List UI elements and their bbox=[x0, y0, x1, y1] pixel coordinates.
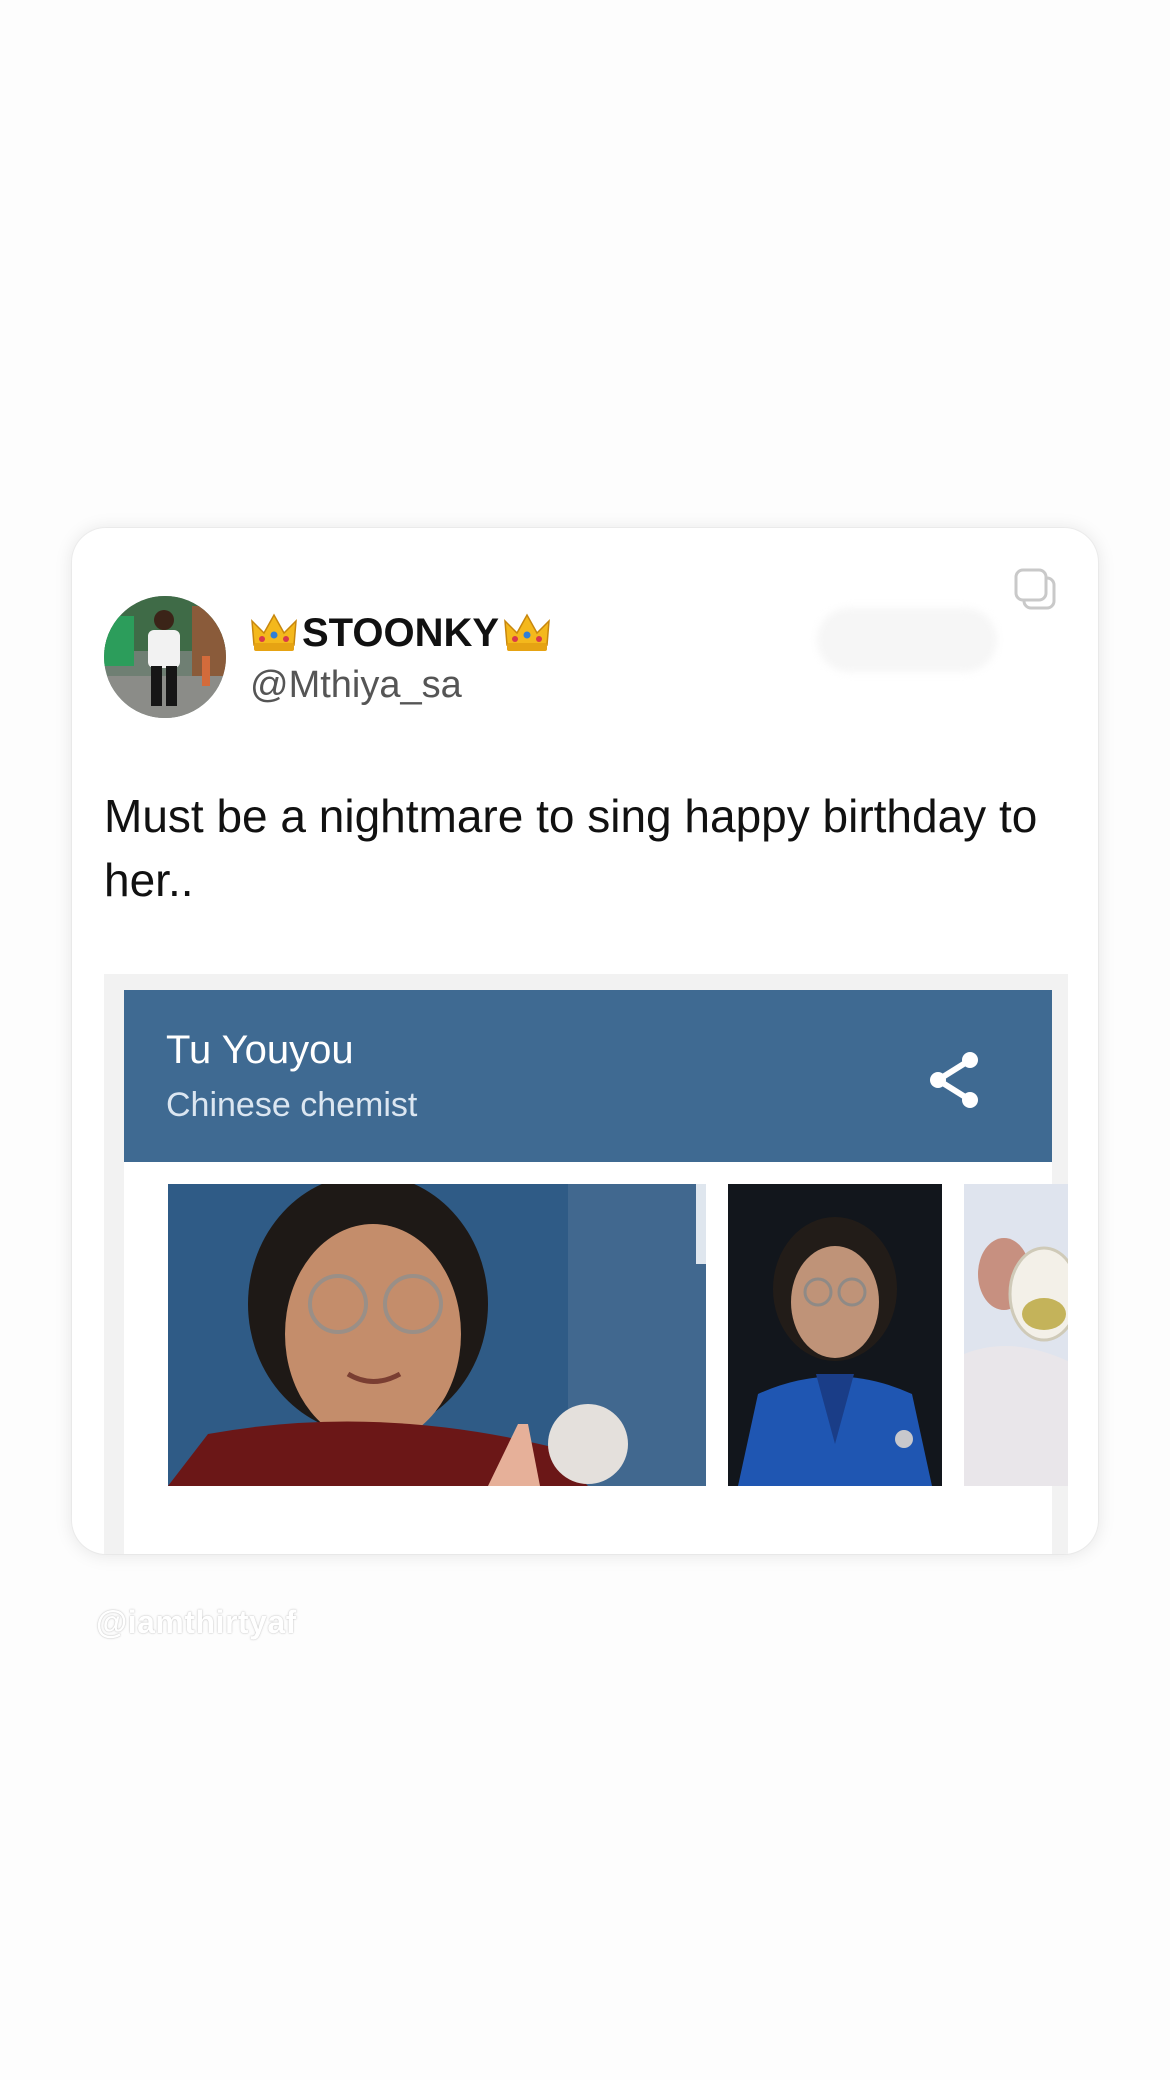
photo-portrait-blue-jacket[interactable] bbox=[728, 1184, 942, 1486]
photo-lab-flask[interactable] bbox=[964, 1184, 1068, 1486]
knowledge-panel-subtitle: Chinese chemist bbox=[166, 1086, 418, 1124]
tweet-text: Must be a nightmare to sing happy birthd… bbox=[104, 790, 1038, 906]
tweet-media-screenshot[interactable]: Tu Youyou Chinese chemist bbox=[104, 974, 1068, 1554]
photo-portrait-smiling[interactable] bbox=[168, 1184, 706, 1486]
share-icon[interactable] bbox=[926, 1050, 982, 1110]
blurred-follow-button bbox=[817, 608, 997, 672]
display-name[interactable]: STOONKY bbox=[250, 608, 551, 658]
tweet-card: STOONKY @Mthiya_sa Must be a nightmare t… bbox=[72, 528, 1098, 1554]
user-handle[interactable]: @Mthiya_sa bbox=[250, 662, 551, 708]
tweet-header: STOONKY @Mthiya_sa bbox=[250, 608, 551, 708]
crown-emoji-icon bbox=[251, 613, 297, 651]
watermark: @iamthirtyaf bbox=[96, 1604, 297, 1640]
avatar[interactable] bbox=[104, 596, 226, 718]
avatar-photo bbox=[104, 596, 226, 718]
display-name-text: STOONKY bbox=[302, 611, 500, 655]
crown-emoji-icon bbox=[504, 613, 550, 651]
copy-icon[interactable] bbox=[1010, 564, 1064, 618]
knowledge-panel-title: Tu Youyou bbox=[166, 1028, 354, 1072]
knowledge-panel-header: Tu Youyou Chinese chemist bbox=[124, 990, 1052, 1162]
